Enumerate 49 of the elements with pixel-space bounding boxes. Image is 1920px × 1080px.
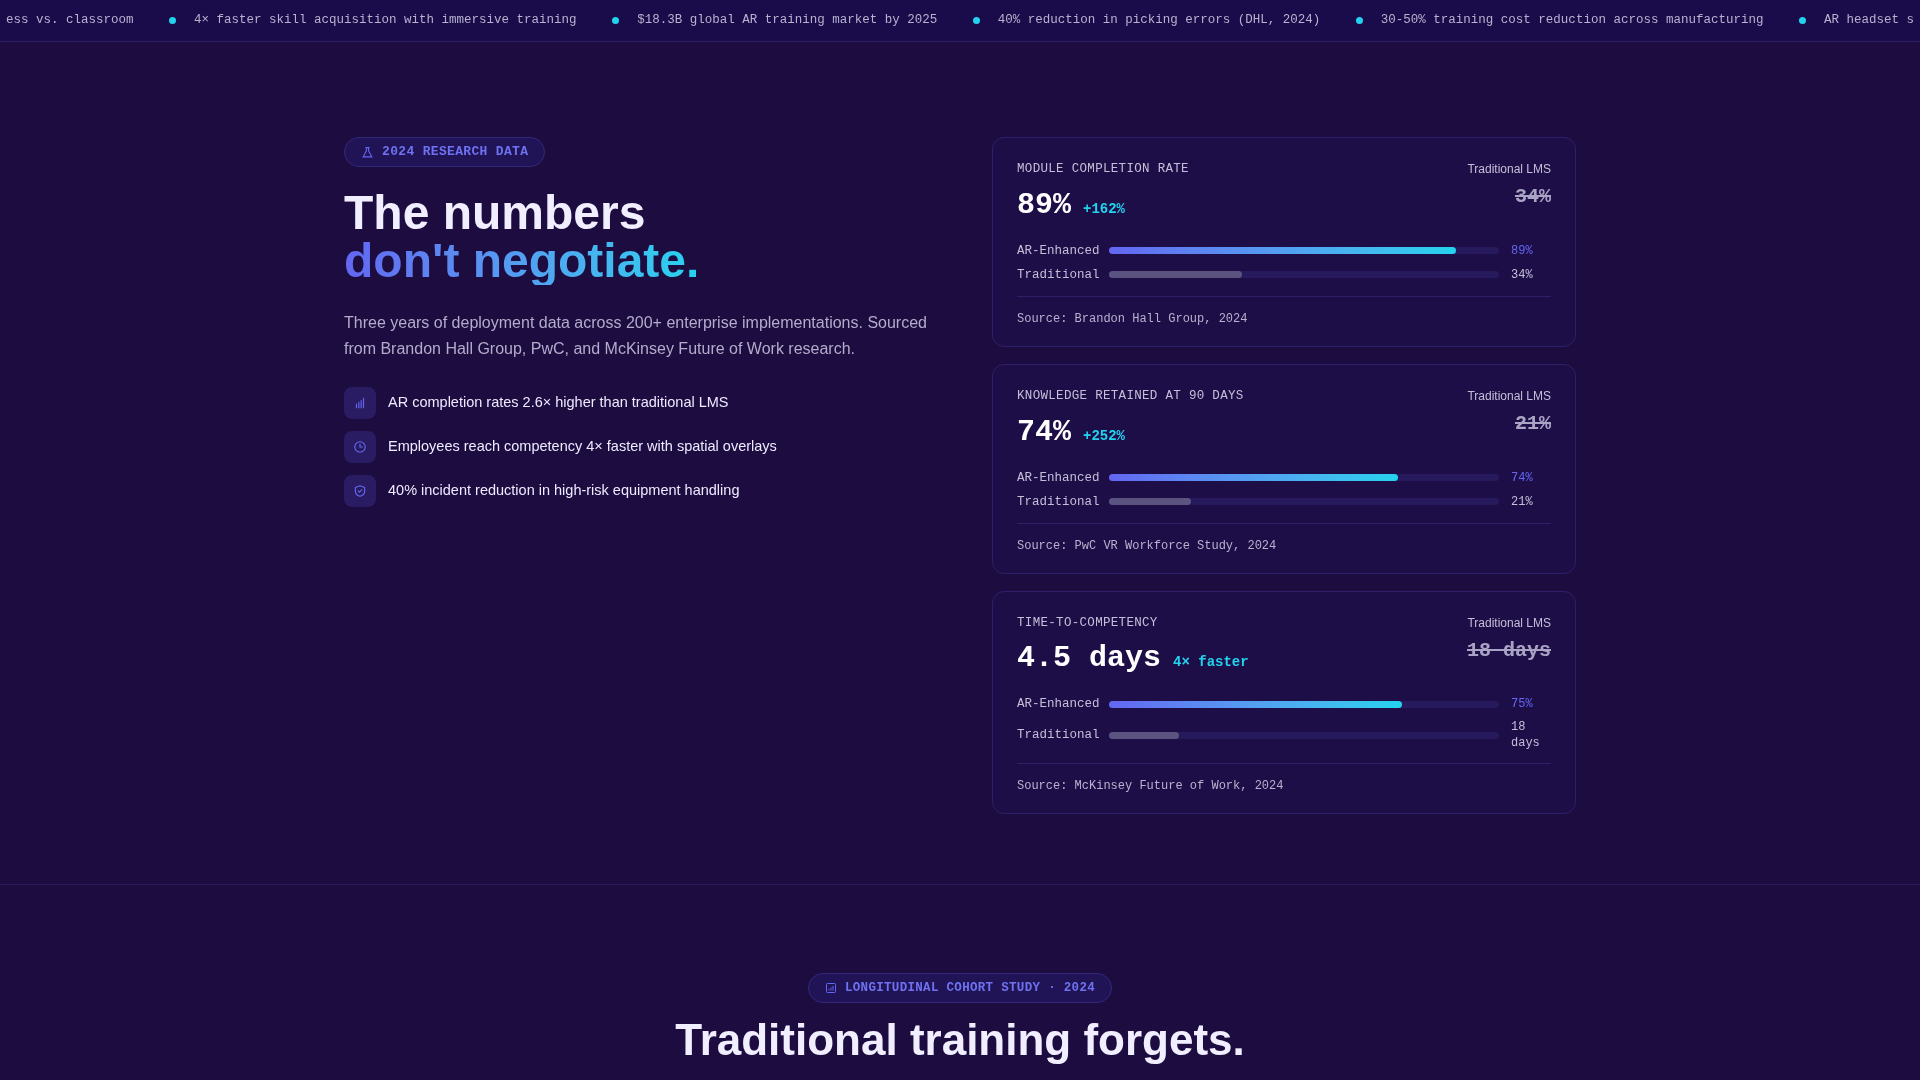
source-note: Source: Brandon Hall Group, 2024 (1017, 310, 1249, 328)
bar-label: Traditional (1017, 493, 1097, 511)
bar-value: 34% (1511, 266, 1534, 283)
description: Three years of deployment data across 200+ enterprise implementations. Sourced from Brandon Hall Group, PwC, and McKinsey Future of Work research. (344, 313, 928, 359)
compare-label: Traditional LMS (1467, 161, 1551, 178)
clock-icon (353, 440, 367, 454)
bar-value: 89% (1511, 242, 1534, 259)
shield-check-icon (353, 484, 367, 498)
ticker-item: 40% reduction in picking errors (DHL, 2024) (997, 12, 1321, 30)
compare-value: 18 days (1467, 637, 1551, 664)
bar-value: 75% (1511, 696, 1534, 713)
bar-label: AR-Enhanced (1017, 242, 1097, 260)
ticker-item: 30-50% training cost reduction across manufacturing (1380, 12, 1764, 30)
compare-value: 21% (1515, 410, 1551, 437)
metric-delta: +162% (1083, 199, 1126, 219)
headline: The numbers (344, 189, 647, 237)
metric-title: KNOWLEDGE RETAINED AT 90 DAYS (1017, 387, 1244, 405)
bar-label: Traditional (1017, 727, 1097, 745)
bar-label: Traditional (1017, 266, 1097, 284)
section-heading: Traditional training forgets. (675, 1015, 1245, 1066)
highlight-text: AR completion rates 2.6× higher than traditional LMS (388, 393, 729, 413)
bar-value: 18 days (1511, 719, 1541, 752)
metric-title: TIME-TO-COMPETENCY (1017, 614, 1159, 632)
badge-text: 2024 RESEARCH DATA (382, 143, 529, 162)
source-note: Source: McKinsey Future of Work, 2024 (1017, 778, 1285, 796)
bar-value: 74% (1511, 469, 1534, 486)
ticker-item: AR headset s (1823, 12, 1914, 30)
bar-value: 21% (1511, 493, 1534, 510)
bar-chart-icon (353, 396, 367, 410)
metric-value: 89% (1017, 186, 1071, 224)
metric-delta: +252% (1083, 426, 1126, 446)
flask-icon (361, 145, 374, 159)
source-note: Source: PwC VR Workforce Study, 2024 (1017, 537, 1278, 555)
metric-title: MODULE COMPLETION RATE (1017, 161, 1189, 178)
compare-label: Traditional LMS (1467, 387, 1551, 405)
chart-icon (824, 982, 837, 995)
metric-value: 74% (1017, 413, 1071, 451)
highlight-text: Employees reach competency 4× faster with spatial overlays (388, 437, 777, 457)
ticker-item: ess vs. classroom (6, 12, 134, 30)
ticker-item: 4× faster skill acquisition with immersive training (194, 12, 577, 30)
ticker-item: $18.3B global AR training market by 2025 (637, 12, 938, 30)
metric-value: 4.5 days (1017, 640, 1162, 678)
highlight-text: 40% incident reduction in high-risk equipment handling (388, 481, 740, 501)
compare-label: Traditional LMS (1467, 614, 1551, 632)
compare-value: 34% (1515, 184, 1551, 210)
bar-label: AR-Enhanced (1017, 696, 1097, 714)
metric-delta: 4× faster (1173, 653, 1249, 673)
bar-label: AR-Enhanced (1017, 469, 1097, 487)
badge-text: LONGITUDINAL COHORT STUDY · 2024 (844, 979, 1095, 997)
